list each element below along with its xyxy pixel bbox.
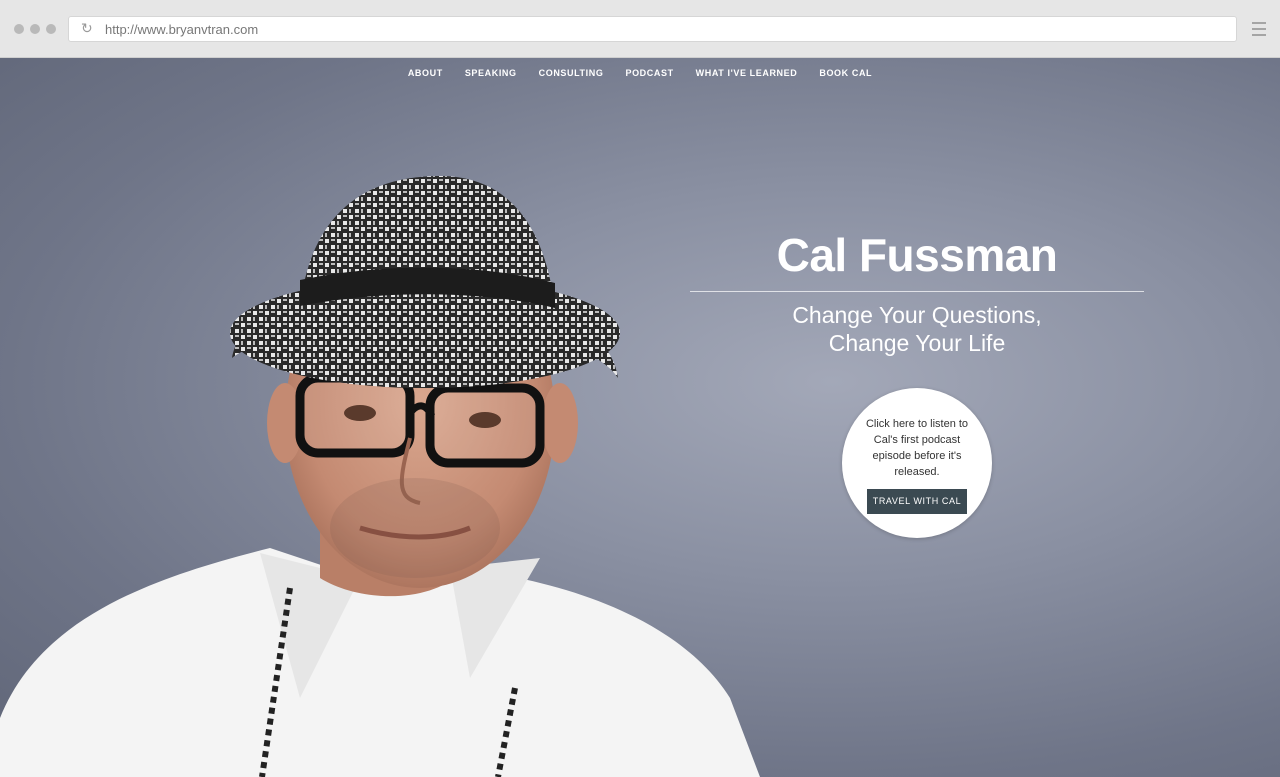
browser-chrome: ↻ http://www.bryanvtran.com: [0, 0, 1280, 58]
window-controls: [14, 24, 56, 34]
nav-item-podcast[interactable]: PODCAST: [614, 68, 684, 78]
hamburger-menu-icon[interactable]: [1252, 22, 1266, 36]
nav-item-what-ive-learned[interactable]: WHAT I'VE LEARNED: [685, 68, 809, 78]
url-text: http://www.bryanvtran.com: [105, 22, 259, 37]
tagline-line-1: Change Your Questions,: [792, 302, 1042, 328]
reload-icon[interactable]: ↻: [81, 21, 97, 37]
close-window-button[interactable]: [14, 24, 24, 34]
nav-item-about[interactable]: ABOUT: [397, 68, 454, 78]
portrait-photo: [0, 176, 760, 777]
travel-with-cal-button[interactable]: TRAVEL WITH CAL: [867, 489, 967, 514]
title-divider: [690, 291, 1144, 292]
tagline-line-2: Change Your Life: [828, 330, 1006, 356]
hero-tagline: Change Your Questions, Change Your Life: [690, 301, 1144, 357]
nav-item-speaking[interactable]: SPEAKING: [454, 68, 528, 78]
hero-section: ABOUT SPEAKING CONSULTING PODCAST WHAT I…: [0, 58, 1280, 777]
hero-title: Cal Fussman: [776, 229, 1058, 281]
main-nav: ABOUT SPEAKING CONSULTING PODCAST WHAT I…: [0, 68, 1280, 78]
nav-item-book-cal[interactable]: BOOK CAL: [808, 68, 883, 78]
podcast-promo-circle: Click here to listen to Cal's first podc…: [842, 388, 992, 538]
maximize-window-button[interactable]: [46, 24, 56, 34]
address-bar[interactable]: ↻ http://www.bryanvtran.com: [68, 16, 1237, 42]
promo-text: Click here to listen to Cal's first podc…: [865, 418, 969, 478]
minimize-window-button[interactable]: [30, 24, 40, 34]
nav-item-consulting[interactable]: CONSULTING: [528, 68, 615, 78]
